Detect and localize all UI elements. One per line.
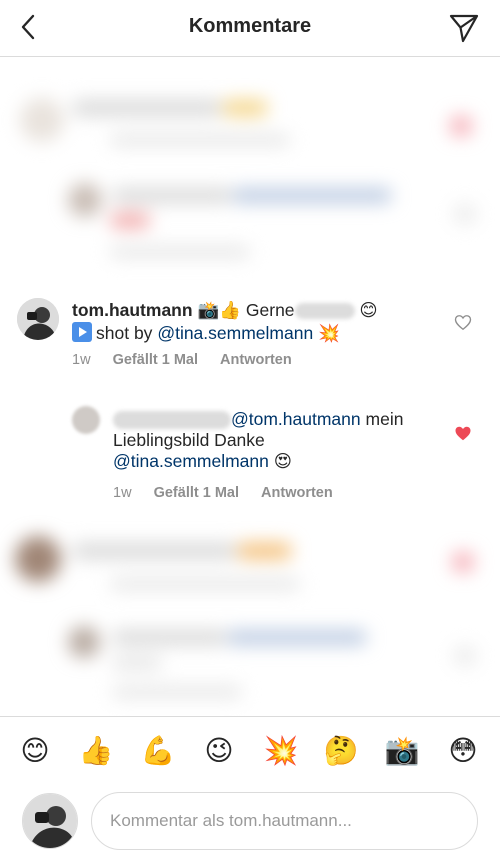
likes-count-button[interactable]: Gefällt 1 Mal: [113, 352, 198, 368]
play-button-icon: [72, 322, 92, 342]
comment-timestamp: 1w: [113, 485, 132, 501]
comment-timestamp: 1w: [72, 352, 91, 368]
comment-feed[interactable]: tom.hautmann 📸👍 Gerne 😊 shot by @tina.se…: [0, 58, 500, 716]
camera-flash-emoji: 📸: [197, 301, 220, 321]
direct-message-button[interactable]: [448, 12, 480, 44]
page-title: Kommentare: [188, 15, 312, 37]
avatar[interactable]: [17, 298, 59, 340]
redacted-text: [294, 303, 355, 320]
comment-username[interactable]: tom.hautmann: [72, 300, 193, 320]
comment-item: tom.hautmann 📸👍 Gerne 😊 shot by @tina.se…: [0, 294, 500, 378]
comment-body-line2: Lieblingsbild Danke: [113, 430, 265, 450]
collision-emoji: 💥: [318, 324, 340, 344]
emoji-button-flushed[interactable]: 😳: [443, 731, 483, 771]
comment-body-line2: shot by: [96, 323, 153, 343]
paper-plane-icon: [449, 14, 479, 43]
emoji-button-smile[interactable]: 😊: [15, 731, 55, 771]
comment-composer: [0, 784, 500, 861]
avatar[interactable]: [22, 793, 78, 849]
emoji-button-thumbs-up[interactable]: 👍: [76, 731, 116, 771]
likes-count-button[interactable]: Gefällt 1 Mal: [154, 485, 239, 501]
smile-emoji: 😊: [359, 301, 378, 321]
like-button[interactable]: [454, 314, 472, 331]
reply-button[interactable]: Antworten: [261, 485, 333, 501]
unlike-button[interactable]: [454, 425, 472, 442]
mention-link[interactable]: @tina.semmelmann: [113, 451, 269, 471]
header-bar: Kommentare: [0, 0, 500, 57]
thumbs-up-emoji: 👍: [219, 301, 242, 321]
comment-input[interactable]: [91, 792, 478, 850]
heart-filled-icon: [455, 426, 471, 441]
comment-text: tom.hautmann 📸👍 Gerne 😊 shot by @tina.se…: [72, 300, 442, 345]
heart-eyes-emoji: 😍: [273, 452, 293, 472]
emoji-button-flexed-biceps[interactable]: 💪: [138, 731, 178, 771]
comment-meta: 1w Gefällt 1 Mal Antworten: [113, 485, 351, 501]
emoji-button-thinking[interactable]: 🤔: [321, 731, 361, 771]
profile-photo-icon: [23, 794, 77, 848]
emoji-button-collision[interactable]: 💥: [261, 731, 301, 771]
comment-meta: 1w Gefällt 1 Mal Antworten: [72, 352, 310, 368]
reply-button[interactable]: Antworten: [220, 352, 292, 368]
comment-text: @tom.hautmann mein Lieblingsbild Danke @…: [113, 409, 433, 473]
avatar[interactable]: [72, 406, 100, 434]
mention-link[interactable]: @tom.hautmann: [231, 409, 361, 429]
reply-comment-item: @tom.hautmann mein Lieblingsbild Danke @…: [0, 400, 500, 510]
emoji-quick-bar: 😊 👍 💪 😉 💥 🤔 📸 😳: [0, 716, 500, 784]
mention-link[interactable]: @tina.semmelmann: [157, 323, 313, 343]
emoji-button-camera-flash[interactable]: 📸: [382, 731, 422, 771]
profile-photo-icon: [17, 298, 59, 340]
heart-outline-icon: [454, 315, 472, 331]
comment-body: mein: [365, 409, 404, 429]
emoji-button-wink[interactable]: 😉: [199, 731, 239, 771]
comment-body: Gerne: [245, 300, 295, 320]
redacted-username: [113, 411, 231, 430]
